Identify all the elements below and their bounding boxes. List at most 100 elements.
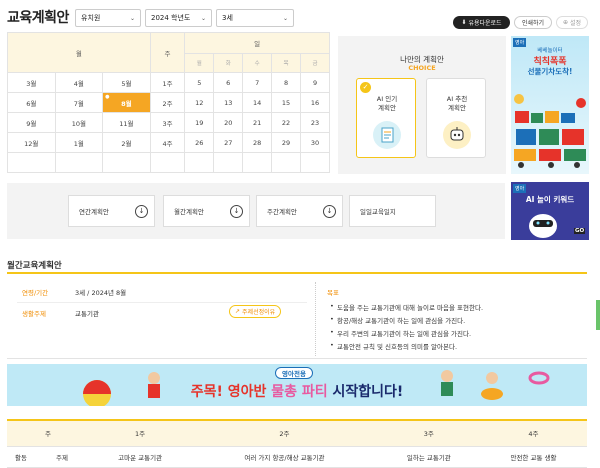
weekly-plan-label: 주간계획안: [267, 208, 297, 216]
week-column-header: 3주: [377, 420, 480, 447]
theme-reason-label: 주제선정이유: [242, 309, 276, 316]
day-cell[interactable]: 15: [271, 92, 302, 113]
institution-select[interactable]: 유치원 ⌄: [75, 9, 141, 27]
life-theme-label: 생활주제: [22, 310, 46, 318]
arrow-down-icon: ↓: [323, 204, 336, 218]
gift-train-ad[interactable]: 영아 베베놀이터 칙칙폭폭 선물기차도착!: [511, 36, 589, 174]
day-cell[interactable]: 28: [242, 132, 273, 153]
theme-reason-button[interactable]: ↗ 주제선정이유: [229, 305, 282, 318]
selected-dot-icon: ●: [105, 94, 110, 100]
download-button[interactable]: ⬇ 유용다운로드: [453, 16, 510, 29]
empty-cell: [271, 152, 302, 173]
day-cell[interactable]: 22: [271, 112, 302, 133]
month-cell[interactable]: 9월: [7, 112, 56, 133]
chevron-down-icon: ⌄: [200, 14, 206, 22]
day-name: 수: [242, 53, 273, 73]
empty-cell: [7, 152, 56, 173]
day-cell[interactable]: 19: [184, 112, 215, 133]
scrollbar-thumb[interactable]: [596, 300, 600, 330]
topic-cell: 고마운 교통기관: [89, 446, 192, 468]
card-label: AI 인기 계획안: [357, 95, 417, 113]
week-column-header: 2주: [191, 420, 378, 447]
age-select[interactable]: 3세 ⌄: [216, 9, 294, 27]
chevron-down-icon: ⌄: [129, 14, 135, 22]
choice-subtitle: CHOICE: [408, 64, 436, 72]
month-cell-selected[interactable]: ● 8월: [102, 92, 151, 113]
ai-popular-plan-card[interactable]: ✓ AI 인기 계획안: [356, 78, 416, 158]
day-cell[interactable]: 8: [271, 72, 302, 93]
day-cell[interactable]: 14: [242, 92, 273, 113]
month-cell[interactable]: 2월: [102, 132, 151, 153]
annual-plan-label: 연간계획안: [79, 208, 109, 216]
day-cell[interactable]: 12: [184, 92, 215, 113]
card-label-line2: 계획안: [448, 104, 466, 112]
month-cell[interactable]: 3월: [7, 72, 56, 93]
day-cell[interactable]: 7: [242, 72, 273, 93]
topic-cell: 여러 가지 항공/해상 교통기관: [191, 446, 378, 468]
month-cell[interactable]: 6월: [7, 92, 56, 113]
ad-headline-2: 선물기차도착!: [527, 67, 573, 76]
annual-plan-button[interactable]: 연간계획안 ↓: [68, 195, 155, 227]
arrow-down-icon: ↓: [135, 204, 148, 218]
institution-select-value: 유치원: [81, 14, 101, 22]
print-button[interactable]: 인쇄하기: [514, 16, 552, 29]
empty-cell: [242, 152, 273, 173]
age-period-value: 3세 / 2024년 8월: [75, 289, 127, 297]
daily-log-label: 일일교육일지: [360, 208, 396, 216]
ai-keyword-ad[interactable]: 영아 AI 놀이 키워드 GO: [511, 182, 589, 240]
month-header: 월: [7, 32, 151, 73]
week-cell[interactable]: 4주: [149, 132, 186, 153]
month-cell[interactable]: 10월: [54, 112, 104, 133]
ad-brand: 베베놀이터: [537, 48, 563, 54]
day-cell[interactable]: 13: [213, 92, 244, 113]
day-cell[interactable]: 30: [300, 132, 330, 153]
row-label: 활동: [7, 446, 35, 468]
month-cell[interactable]: 7월: [54, 92, 104, 113]
day-cell[interactable]: 26: [184, 132, 215, 153]
row-label: 주제: [35, 446, 89, 468]
week-column-header: 주: [7, 420, 89, 447]
month-cell[interactable]: 12월: [7, 132, 56, 153]
year-select[interactable]: 2024 학년도 ⌄: [145, 9, 212, 27]
banner-headline-post: 시작합니다!: [327, 384, 404, 400]
month-cell[interactable]: 4월: [54, 72, 104, 93]
week-cell[interactable]: 3주: [149, 112, 186, 133]
day-cell[interactable]: 6: [213, 72, 244, 93]
day-cell[interactable]: 27: [213, 132, 244, 153]
day-cell[interactable]: 9: [300, 72, 330, 93]
week-header: 주: [149, 32, 186, 73]
week-cell[interactable]: 2주: [149, 92, 186, 113]
goal-item: 교통안전 규칙 및 신호등의 의미를 알아본다.: [329, 341, 483, 351]
weekly-plan-button[interactable]: 주간계획안 ↓: [256, 195, 343, 227]
day-cell[interactable]: 20: [213, 112, 244, 133]
print-label: 인쇄하기: [521, 20, 545, 27]
age-select-value: 3세: [222, 14, 233, 22]
goal-label: 목표: [327, 289, 339, 297]
monthly-plan-button[interactable]: 월간계획안 ↓: [163, 195, 250, 227]
goal-item: 우리 주변의 교통기관이 하는 일에 관심을 가진다.: [329, 328, 483, 338]
banner-headline-highlight: 물총 파티: [271, 384, 328, 400]
month-cell[interactable]: 1월: [54, 132, 104, 153]
water-party-banner[interactable]: 영아전용 주목! 영아반 물총 파티 시작합니다!: [7, 364, 587, 406]
day-cell[interactable]: 29: [271, 132, 302, 153]
day-header: 일: [184, 32, 330, 54]
goal-item: 도움을 주는 교통기관에 대해 놀이로 마음을 표현한다.: [329, 302, 483, 312]
empty-cell: [102, 152, 151, 173]
settings-button[interactable]: ⊕ 설정: [556, 16, 588, 29]
monthly-plan-label: 월간계획안: [174, 208, 204, 216]
day-name: 화: [213, 53, 244, 73]
day-cell[interactable]: 5: [184, 72, 215, 93]
month-cell[interactable]: 11월: [102, 112, 151, 133]
empty-cell: [213, 152, 244, 173]
weekly-topic-table: 주 1주 2주 3주 4주 활동 주제 고마운 교통기관 여러 가지 항공/해상…: [7, 419, 587, 468]
week-cell[interactable]: 1주: [149, 72, 186, 93]
day-cell[interactable]: 21: [242, 112, 273, 133]
day-name: 금: [300, 53, 330, 73]
settings-icon: ⊕: [562, 19, 568, 26]
daily-log-button[interactable]: 일일교육일지: [349, 195, 436, 227]
month-cell[interactable]: 5월: [102, 72, 151, 93]
day-cell[interactable]: 16: [300, 92, 330, 113]
day-cell[interactable]: 23: [300, 112, 330, 133]
ai-recommend-plan-card[interactable]: AI 추천 계획안: [426, 78, 486, 158]
toy-train-image: [514, 94, 586, 168]
